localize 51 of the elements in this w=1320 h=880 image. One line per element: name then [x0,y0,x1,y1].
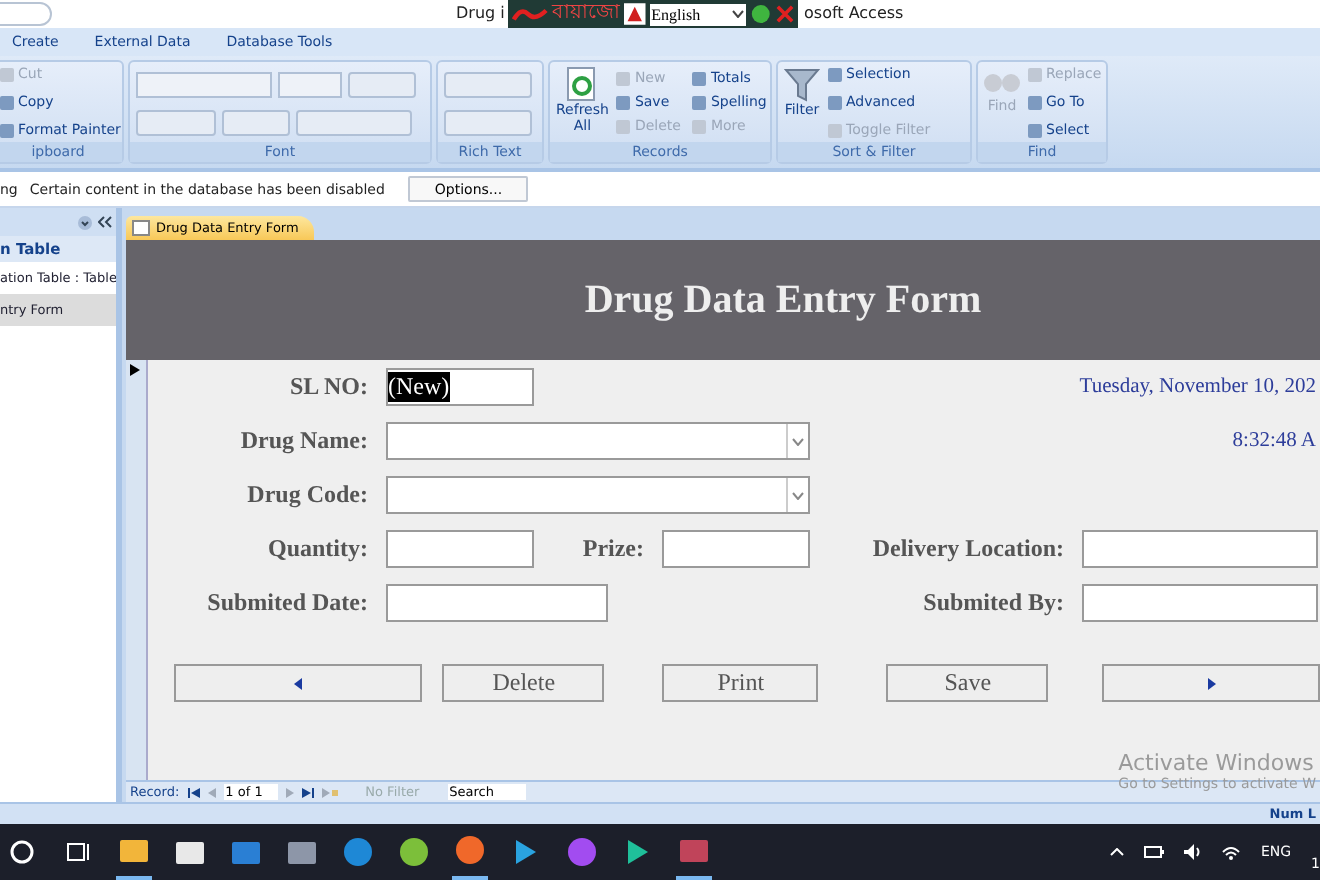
form-button[interactable]: Delete [442,664,605,702]
binoculars-icon [984,74,1020,92]
form-icon [132,220,150,236]
script-label: বায়াজো [551,4,620,24]
refresh-icon [564,66,601,102]
input-field[interactable] [662,530,810,568]
field-label: Submited Date: [205,588,370,618]
chevron-up-icon[interactable] [1110,848,1125,856]
input-field[interactable]: (New) [386,367,534,405]
combo-box[interactable] [386,476,810,514]
window-title: osoft Access [804,4,904,22]
funnel-icon [784,66,820,102]
input-field[interactable] [1082,530,1318,568]
battery-icon[interactable] [1144,846,1165,858]
wifi-icon[interactable] [1222,845,1241,859]
field-label: Submited By: [921,588,1066,618]
field-label: Delivery Location: [870,534,1066,564]
window-title: Drug i [456,4,505,22]
input-field[interactable] [386,530,534,568]
speaker-icon[interactable] [1184,844,1203,860]
left-arrow-icon [294,678,303,690]
close-icon[interactable] [776,4,794,24]
right-arrow-icon [1207,678,1216,690]
date-text: Tuesday, November 10, 202 [1079,375,1318,397]
color-buttons-icon[interactable] [222,110,290,136]
chevron-down-icon [732,10,745,18]
status-icon[interactable] [750,2,773,26]
field-label: Prize: [580,534,646,564]
chevron-down-icon [792,437,804,445]
field-label: Drug Code: [245,480,370,510]
collapse-icon[interactable] [98,216,112,228]
first-record-icon[interactable] [187,787,200,797]
time-text: 8:32:48 A [1232,430,1318,452]
form-button[interactable]: Save [886,664,1049,702]
keyboard-icon[interactable] [623,2,646,26]
next-button[interactable] [1102,664,1320,702]
dropdown-icon[interactable] [78,215,92,229]
input-field[interactable] [1082,584,1318,622]
field-label: Drug Name: [238,426,370,456]
current-record-icon [130,364,140,376]
input-field[interactable] [386,584,608,622]
language-dropdown[interactable]: English [649,3,747,25]
combo-box[interactable] [386,422,810,460]
field-label: SL NO: [287,371,370,401]
form-button[interactable]: Print [662,664,819,702]
last-record-icon[interactable] [301,787,314,797]
previous-button[interactable] [174,664,423,702]
form-title: Drug Data Entry Form [584,277,982,323]
bengali-logo-icon [512,3,548,25]
chevron-down-icon [792,491,804,499]
field-label: Quantity: [265,534,370,564]
